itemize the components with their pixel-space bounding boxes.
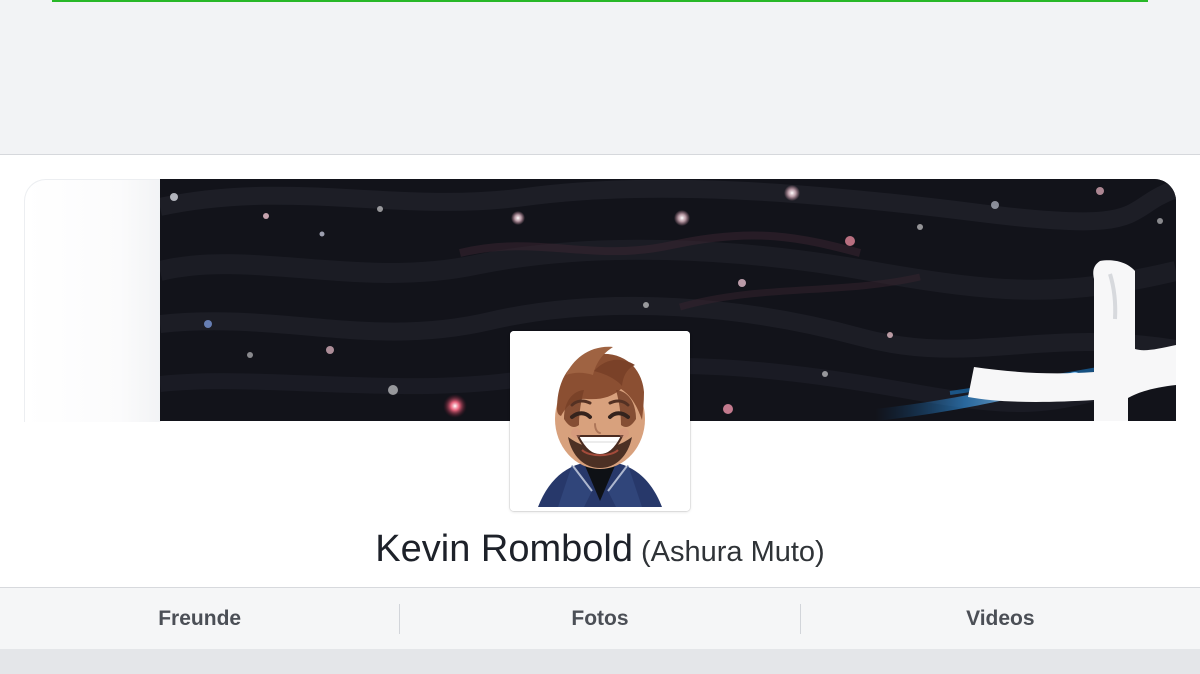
top-empty-area — [0, 0, 1200, 155]
profile-tab-bar: Freunde Fotos Videos — [0, 587, 1200, 650]
profile-name: Kevin Rombold — [375, 528, 633, 570]
tab-friends[interactable]: Freunde — [0, 588, 399, 649]
profile-header: Kevin Rombold (Ashura Muto) — [0, 155, 1200, 587]
smiling-bitmoji-avatar — [510, 331, 690, 511]
cover-photo-edge — [24, 179, 161, 422]
profile-page: Kevin Rombold (Ashura Muto) Freunde Fotos… — [0, 0, 1200, 674]
tab-videos[interactable]: Videos — [801, 588, 1200, 649]
tab-photos[interactable]: Fotos — [400, 588, 799, 649]
alternate-name: (Ashura Muto) — [640, 536, 825, 568]
loading-progress-bar — [52, 0, 1148, 2]
profile-name-row: Kevin Rombold (Ashura Muto) — [0, 525, 1200, 573]
bottom-gray-strip — [0, 649, 1200, 674]
profile-picture[interactable] — [510, 331, 690, 511]
